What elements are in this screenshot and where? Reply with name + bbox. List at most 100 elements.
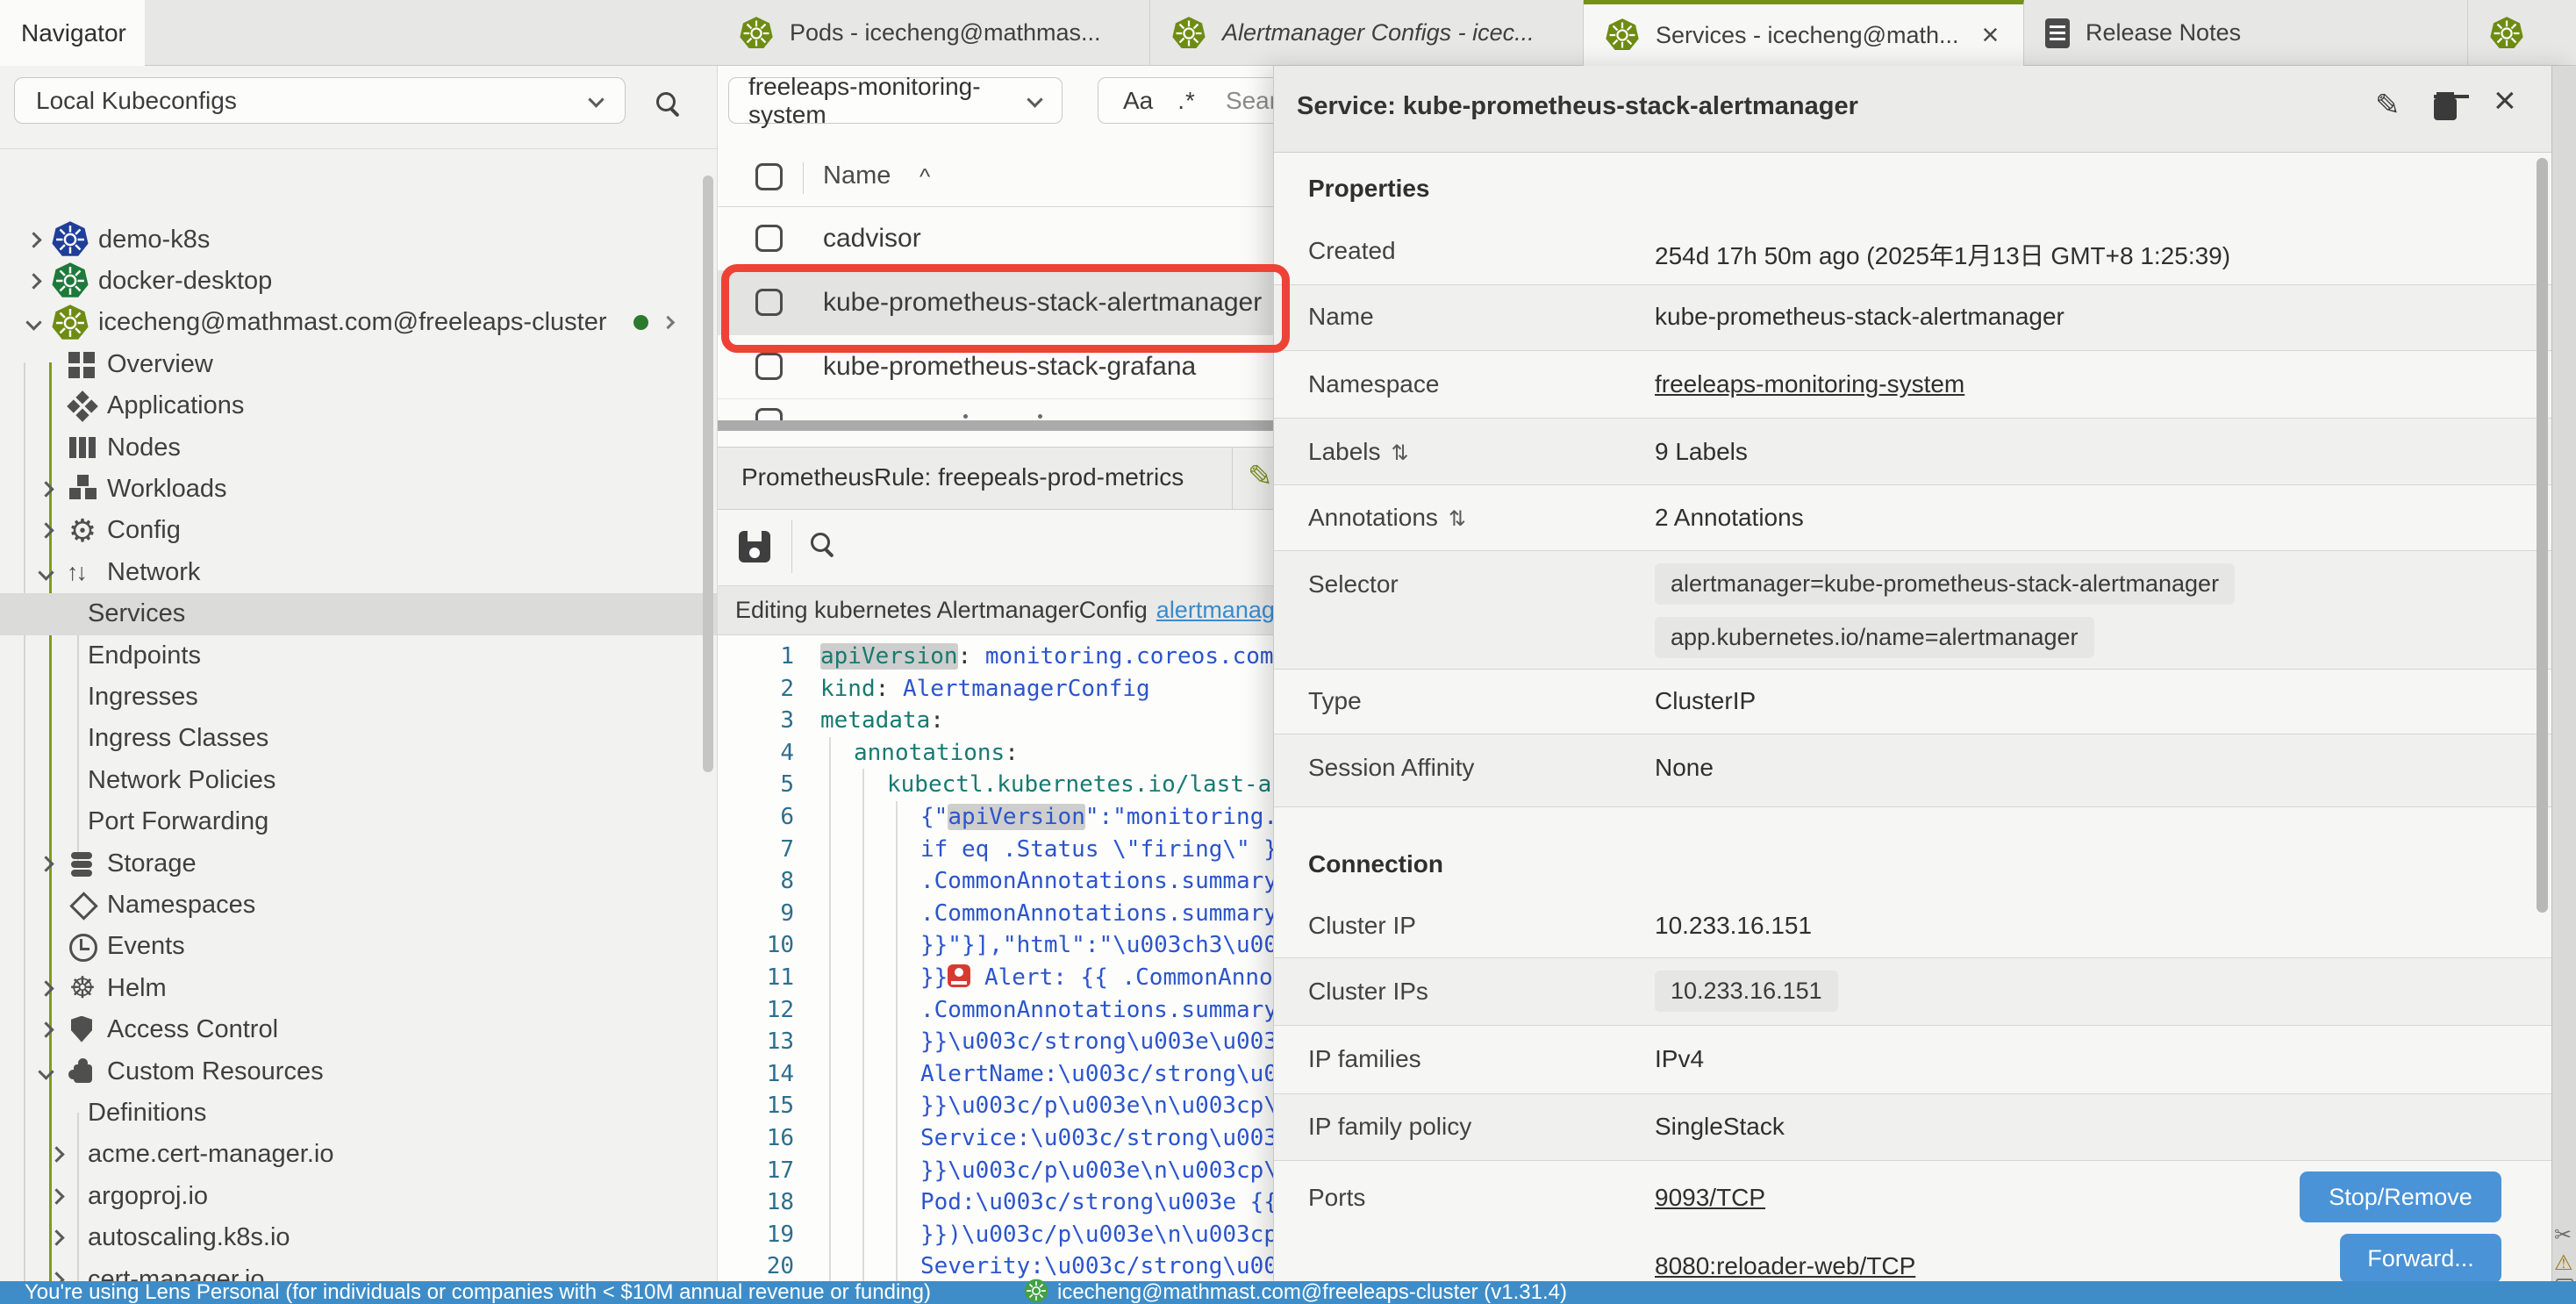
sidebar-item-config[interactable]: ⚙Config	[0, 510, 717, 552]
editor-search-icon[interactable]	[811, 533, 830, 552]
row-checkbox[interactable]	[755, 353, 783, 380]
sidebar-item-argoproj-io[interactable]: argoproj.io	[0, 1175, 717, 1217]
tab-pods[interactable]: Pods - icecheng@mathmas...	[718, 0, 1150, 66]
sidebar-item-helm[interactable]: ☸Helm	[0, 967, 717, 1009]
sidebar-item-label: Config	[107, 516, 181, 545]
chevron-down-icon[interactable]	[25, 315, 41, 331]
sidebar-item-ingress-classes[interactable]: Ingress Classes	[0, 718, 717, 760]
line-number: 13	[718, 1026, 794, 1058]
chevron-right-icon[interactable]	[25, 273, 41, 289]
name-column-header[interactable]: Name	[823, 161, 891, 190]
siren-emoji	[948, 964, 970, 987]
chevron-right-icon[interactable]	[48, 1188, 64, 1204]
sidebar-item-ingresses[interactable]: Ingresses	[0, 676, 717, 718]
chevron-right-icon[interactable]	[38, 856, 54, 871]
indent-guide	[896, 865, 898, 898]
code-text: apiVersion: monitoring.coreos.com/v1	[820, 641, 1315, 673]
chevron-right-icon[interactable]	[38, 1021, 54, 1037]
sidebar-item-events[interactable]: Events	[0, 926, 717, 968]
sidebar-item-demo-k8s[interactable]: demo-k8s	[0, 219, 717, 261]
indent-guide	[829, 1026, 831, 1058]
tab-services-active[interactable]: Services - icecheng@math... ×	[1584, 0, 2024, 66]
scissors-icon[interactable]: ✂	[2554, 1222, 2572, 1248]
sidebar-item-docker-desktop[interactable]: docker-desktop	[0, 260, 717, 302]
sidebar-item-acme-cert-manager-io[interactable]: acme.cert-manager.io	[0, 1134, 717, 1176]
forward-button[interactable]: Forward...	[2340, 1234, 2501, 1283]
indent-guide	[896, 801, 898, 834]
port-9093-link[interactable]: 9093/TCP	[1655, 1184, 1765, 1212]
sidebar-item-endpoints[interactable]: Endpoints	[0, 634, 717, 677]
sidebar-item-label: Storage	[107, 849, 197, 878]
warning-icon[interactable]: ⚠	[2554, 1250, 2573, 1276]
tab-close-icon[interactable]: ×	[1982, 20, 2000, 50]
chevron-right-icon[interactable]	[38, 980, 54, 996]
sidebar-item-network-policies[interactable]: Network Policies	[0, 759, 717, 801]
namespace-row: Namespace freeleaps-monitoring-system	[1274, 351, 2553, 419]
created-row: Created 254d 17h 50m ago (2025年1月13日 GMT…	[1274, 219, 2553, 285]
sidebar-item-services[interactable]: Services	[0, 593, 717, 635]
ports-label: Ports	[1308, 1184, 1365, 1212]
sidebar-item-port-forwarding[interactable]: Port Forwarding	[0, 801, 717, 843]
row-checkbox[interactable]	[755, 289, 783, 316]
edit-pencil-icon[interactable]: ✎	[1248, 462, 1273, 491]
namespace-select[interactable]: freeleaps-monitoring-system	[728, 77, 1063, 124]
panel-scrollbar[interactable]	[2537, 158, 2548, 913]
chevron-down-icon[interactable]	[38, 1064, 54, 1079]
regex-button[interactable]: .*	[1177, 87, 1196, 115]
separator	[1232, 448, 1233, 509]
match-case-button[interactable]: Aa	[1123, 87, 1153, 115]
line-number: 5	[718, 769, 794, 801]
edit-service-icon[interactable]: ✎	[2375, 90, 2401, 120]
sidebar-item-access-control[interactable]: Access Control	[0, 1009, 717, 1051]
chevron-right-icon[interactable]	[25, 232, 41, 247]
sort-ascending-icon[interactable]: ^	[919, 163, 930, 190]
expand-icon[interactable]: ⇅	[1449, 507, 1466, 531]
namespace-link[interactable]: freeleaps-monitoring-system	[1655, 370, 1964, 398]
sidebar-item-workloads[interactable]: Workloads	[0, 468, 717, 510]
sidebar-item-overview[interactable]: Overview	[0, 343, 717, 385]
session-affinity-value: None	[1655, 754, 1714, 782]
row-checkbox[interactable]	[755, 408, 783, 420]
chevron-right-icon[interactable]	[48, 1229, 64, 1245]
sidebar-item-network[interactable]: ↑↓Network	[0, 551, 717, 593]
indent-guide	[862, 1186, 864, 1219]
sidebar-item-autoscaling-k8s-io[interactable]: autoscaling.k8s.io	[0, 1217, 717, 1259]
sidebar-item-storage[interactable]: Storage	[0, 842, 717, 885]
tab-partial[interactable]	[2468, 0, 2576, 66]
sidebar-item-label: Events	[107, 932, 185, 961]
save-icon[interactable]	[739, 531, 770, 562]
sidebar-scrollbar[interactable]	[703, 176, 713, 772]
sidebar-item-definitions[interactable]: Definitions	[0, 1092, 717, 1134]
close-panel-icon[interactable]: ×	[2494, 82, 2516, 120]
sidebar-item-custom-resources[interactable]: Custom Resources	[0, 1050, 717, 1093]
cluster-ips-label: Cluster IPs	[1308, 978, 1428, 1006]
indent-guide	[862, 801, 864, 834]
indent-guide	[829, 865, 831, 898]
row-checkbox[interactable]	[755, 225, 783, 252]
sidebar-item-namespaces[interactable]: Namespaces	[0, 884, 717, 926]
search-icon[interactable]	[656, 92, 676, 111]
chevron-down-icon[interactable]	[38, 564, 54, 580]
code-text: Severity:\u003c/strong\u003e	[920, 1250, 1305, 1281]
cluster-ip-value: 10.233.16.151	[1655, 912, 1812, 940]
sidebar-item-applications[interactable]: Applications	[0, 385, 717, 427]
delete-service-icon[interactable]	[2434, 92, 2457, 120]
editing-banner-text: Editing kubernetes AlertmanagerConfig	[735, 597, 1148, 624]
expand-icon[interactable]: ⇅	[1392, 441, 1409, 465]
chevron-right-icon[interactable]	[48, 1147, 64, 1163]
chevron-right-icon[interactable]	[38, 481, 54, 497]
chevron-right-icon[interactable]	[38, 523, 54, 539]
sidebar-item-nodes[interactable]: Nodes	[0, 426, 717, 469]
tab-release-notes[interactable]: Release Notes	[2024, 0, 2468, 66]
kubeconfig-select[interactable]: Local Kubeconfigs	[14, 77, 626, 124]
select-all-checkbox[interactable]	[755, 163, 783, 190]
tab-alertmanager-configs[interactable]: Alertmanager Configs - icec...	[1150, 0, 1584, 66]
kubeconfig-select-value: Local Kubeconfigs	[36, 87, 237, 115]
port-8080-link[interactable]: 8080:reloader-web/TCP	[1655, 1252, 1915, 1280]
chevron-right-icon[interactable]	[662, 316, 676, 330]
sidebar-item-label: Services	[88, 599, 185, 628]
stop-remove-button[interactable]: Stop/Remove	[2300, 1171, 2501, 1222]
sidebar-item-icecheng-mathmast-com-freeleaps-cluster[interactable]: icecheng@mathmast.com@freeleaps-cluster	[0, 302, 717, 344]
sidebar-item-cert-manager-io[interactable]: cert-manager.io	[0, 1258, 717, 1281]
cluster-status-text[interactable]: icecheng@mathmast.com@freeleaps-cluster …	[1057, 1280, 1567, 1304]
